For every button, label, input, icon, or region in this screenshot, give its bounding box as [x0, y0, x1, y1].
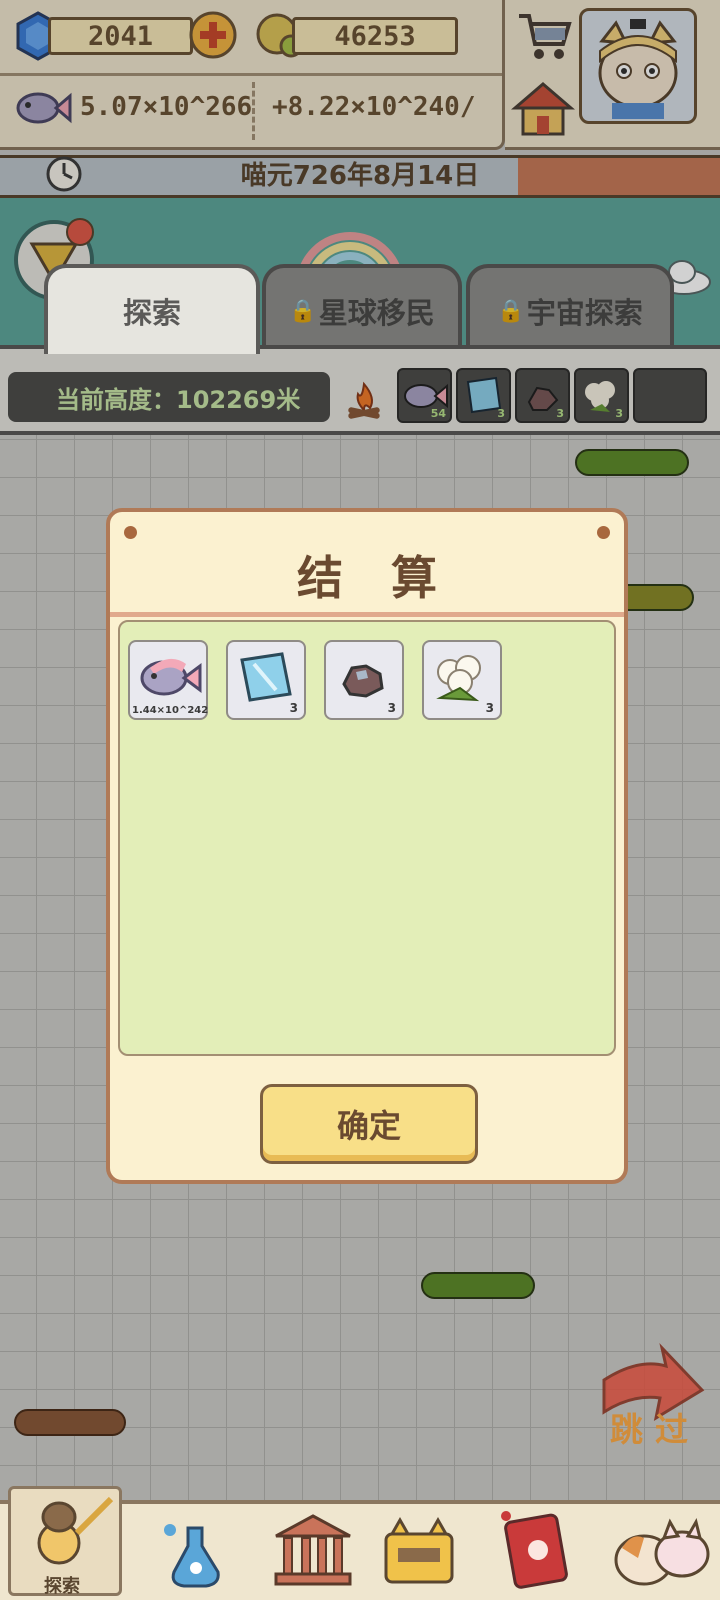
- reward-item-glass[interactable]: 3: [226, 640, 306, 720]
- title-divider: [110, 612, 624, 617]
- settlement-dialog: 结算 1.44×10^242 3 3 3 确定: [106, 508, 628, 1184]
- skip-button[interactable]: 跳过: [610, 1403, 700, 1451]
- rivet: [124, 526, 137, 539]
- tab-label: 探索: [122, 296, 181, 330]
- nav-explore-label: 探索: [44, 1576, 80, 1597]
- temple-icon[interactable]: [270, 1508, 356, 1594]
- treasure-chest-icon[interactable]: [376, 1508, 462, 1594]
- cats-icon[interactable]: [608, 1508, 716, 1594]
- reward-count: 3: [485, 701, 494, 715]
- confirm-button[interactable]: 确定: [260, 1084, 478, 1164]
- rivet: [597, 526, 610, 539]
- reward-list: 1.44×10^242 3 3 3: [118, 620, 616, 1056]
- explore-cart-icon: [37, 1496, 114, 1565]
- reward-count: 3: [387, 701, 396, 715]
- potion-flask-icon[interactable]: [152, 1508, 238, 1594]
- notebook-icon[interactable]: [494, 1508, 580, 1594]
- reward-item-cotton[interactable]: 3: [422, 640, 502, 720]
- reward-item-ore[interactable]: 3: [324, 640, 404, 720]
- reward-count: 3: [289, 701, 298, 715]
- fish-icon: [140, 658, 202, 696]
- tab-explore[interactable]: 探索: [44, 264, 260, 354]
- reward-count: 1.44×10^242: [132, 705, 209, 716]
- reward-item-fish[interactable]: 1.44×10^242: [128, 640, 208, 720]
- dialog-title: 结算: [297, 551, 485, 605]
